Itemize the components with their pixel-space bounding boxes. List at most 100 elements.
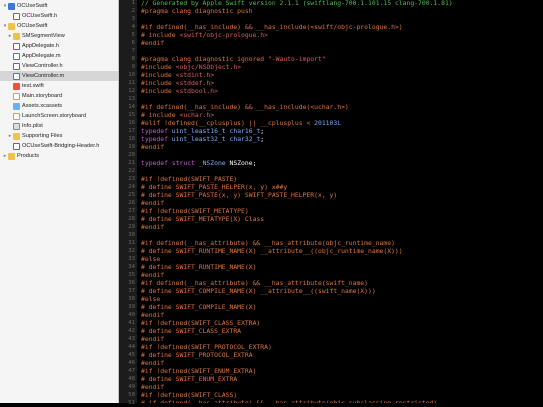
header-file-icon [13,12,20,20]
code-token: #endif [141,383,165,391]
code-token: #if !defined(SWIFT_PROTOCOL_EXTRA) [141,343,272,351]
navigator-item[interactable]: OCUseSwift-Bridging-Header.h [0,141,118,151]
code-line[interactable]: #endif [141,359,164,367]
code-line[interactable]: # define SWIFT_CLASS_EXTRA [141,327,241,335]
navigator-item[interactable]: ViewController.h [0,61,118,71]
code-line[interactable]: typedef uint_least32_t char32_t; [141,135,264,143]
code-line[interactable]: #endif [141,223,164,231]
code-line[interactable]: #pragma clang diagnostic ignored "-Wauto… [141,55,326,63]
code-line[interactable]: #if defined(__has_include) && __has_incl… [141,23,403,31]
code-token: #endif [141,359,165,367]
code-line[interactable]: #if !defined(SWIFT_CLASS_EXTRA) [141,319,260,327]
code-line[interactable]: # define SWIFT_PROTOCOL_EXTRA [141,351,253,359]
code-token: # define SWIFT_CLASS_EXTRA [141,327,242,335]
code-token: #include [141,79,176,87]
line-number: 10 [128,72,135,78]
navigator-item-label: Main.storyboard [22,93,63,99]
navigator-item[interactable]: ViewController.m [0,71,118,81]
navigator-item[interactable]: ▸ SMSegmentView [0,31,118,41]
code-line[interactable]: #if !defined(SWIFT_ENUM_EXTRA) [141,367,256,375]
navigator-item[interactable]: ▸ Products [0,151,118,161]
code-token: _NSZone [198,159,226,167]
code-token: #if defined(__has_attribute) && __has_at… [141,279,369,287]
code-line[interactable]: #include <objc/NSObject.h> [141,63,241,71]
code-line[interactable]: #endif [141,143,164,151]
navigator-item[interactable]: AppDelegate.m [0,51,118,61]
code-line[interactable]: # define SWIFT_COMPILE_NAME(X) __attribu… [141,287,376,295]
line-number-gutter: 1 2 3 4 5 6 7 8 9 10 11 12 13 14 15 16 17 18 19 20 21 22 23 24 2… [119,0,137,406]
project-navigator[interactable]: ▾ OCUseSwift OCUseSwift.h ▾ OCUseSwift ▸ SMSeg… [0,0,119,403]
code-line[interactable]: # include <uchar.h> [141,111,214,119]
code-line[interactable]: #pragma clang diagnostic push [141,7,253,15]
code-token: #pragma clang diagnostic push [141,7,253,15]
storyboard-icon [13,92,20,100]
code-line[interactable]: #if defined(__has_include) && __has_incl… [141,103,349,111]
code-line[interactable]: #endif [141,335,164,343]
navigator-item[interactable]: OCUseSwift.h [0,11,118,21]
xcode-window: ▾ OCUseSwift OCUseSwift.h ▾ OCUseSwift ▸ SMSeg… [0,0,543,406]
code-line[interactable]: #endif [141,271,164,279]
header-file-icon [13,42,20,50]
code-line[interactable]: # define SWIFT_PASTE(x, y) SWIFT_PASTE_H… [141,191,337,199]
assets-icon [13,102,20,110]
code-line[interactable]: # define SWIFT_RUNTIME_NAME(X) [141,263,256,271]
source-editor[interactable]: // Generated by Apple Swift version 2.1.… [137,0,543,403]
code-line[interactable]: # define SWIFT_ENUM_EXTRA [141,375,237,383]
code-line[interactable]: #if defined(__has_attribute) && __has_at… [141,279,368,287]
navigator-item[interactable]: ▾ OCUseSwift [0,21,118,31]
code-line[interactable]: typedef uint_least16_t char16_t; [141,127,264,135]
navigator-item-label: OCUseSwift.h [22,13,58,19]
code-line[interactable]: #if !defined(SWIFT_CLASS) [141,391,237,399]
code-line[interactable]: typedef struct _NSZone NSZone; [141,159,256,167]
code-token: char32_t [229,135,261,143]
code-line[interactable]: // Generated by Apple Swift version 2.1.… [141,0,453,7]
code-token: #pragma clang diagnostic ignored [141,55,268,63]
line-number: 50 [128,392,135,398]
line-number: 43 [128,336,135,342]
code-line[interactable]: # define SWIFT_METATYPE(X) Class [141,215,264,223]
line-number: 48 [128,376,135,382]
code-line[interactable]: # define SWIFT_PASTE_HELPER(x, y) x##y [141,183,287,191]
header-file-icon [13,62,20,70]
code-token: typedef struct [141,159,199,167]
navigator-item[interactable]: AppDelegate.h [0,41,118,51]
code-token: #include [141,63,176,71]
code-token: #include [141,87,176,95]
line-number: 17 [128,128,135,134]
storyboard-icon [13,112,20,120]
navigator-item[interactable]: test.swift [0,81,118,91]
code-line[interactable]: # include <swift/objc-prologue.h> [141,31,268,39]
code-line[interactable]: #include <stdbool.h> [141,87,218,95]
code-token: // Generated by Apple Swift version 2.1.… [141,0,453,7]
code-line[interactable]: # define SWIFT_RUNTIME_NAME(X) __attribu… [141,247,403,255]
navigator-item[interactable]: ▸ Supporting Files [0,131,118,141]
code-line[interactable]: #endif [141,383,164,391]
code-line[interactable]: #if !defined(SWIFT_PROTOCOL_EXTRA) [141,343,272,351]
code-line[interactable]: #if !defined(SWIFT_PASTE) [141,175,237,183]
code-line[interactable]: # define SWIFT_COMPILE_NAME(X) [141,303,256,311]
code-token: # define SWIFT_COMPILE_NAME(X) [141,303,257,311]
code-line[interactable]: #endif [141,39,164,47]
code-token: # include [141,111,180,119]
navigator-item[interactable]: Info.plist [0,121,118,131]
navigator-item[interactable]: ▾ OCUseSwift [0,1,118,11]
navigator-item-label: OCUseSwift-Bridging-Header.h [22,143,100,149]
navigator-item-label: test.swift [22,83,44,89]
navigator-item[interactable]: Assets.xcassets [0,101,118,111]
code-line[interactable]: #else [141,255,160,263]
line-number: 19 [128,144,135,150]
code-token: # define SWIFT_PASTE(x, y) SWIFT_PASTE_H… [141,191,338,199]
code-line[interactable]: #if defined(__has_attribute) && __has_at… [141,239,395,247]
navigator-item[interactable]: Main.storyboard [0,91,118,101]
line-number: 22 [128,168,135,174]
code-token: #if !defined(SWIFT_ENUM_EXTRA) [141,367,257,375]
code-line[interactable]: #elif !defined(__cplusplus) || __cpluspl… [141,119,341,127]
code-line[interactable]: # if defined(__has_attribute) && __has_a… [141,399,437,403]
code-line[interactable]: #endif [141,199,164,207]
navigator-item[interactable]: LaunchScreen.storyboard [0,111,118,121]
code-line[interactable]: #if !defined(SWIFT_METATYPE) [141,207,249,215]
code-line[interactable]: #include <stddef.h> [141,79,214,87]
code-line[interactable]: #endif [141,311,164,319]
code-line[interactable]: #include <stdint.h> [141,71,214,79]
code-line[interactable]: #else [141,295,160,303]
